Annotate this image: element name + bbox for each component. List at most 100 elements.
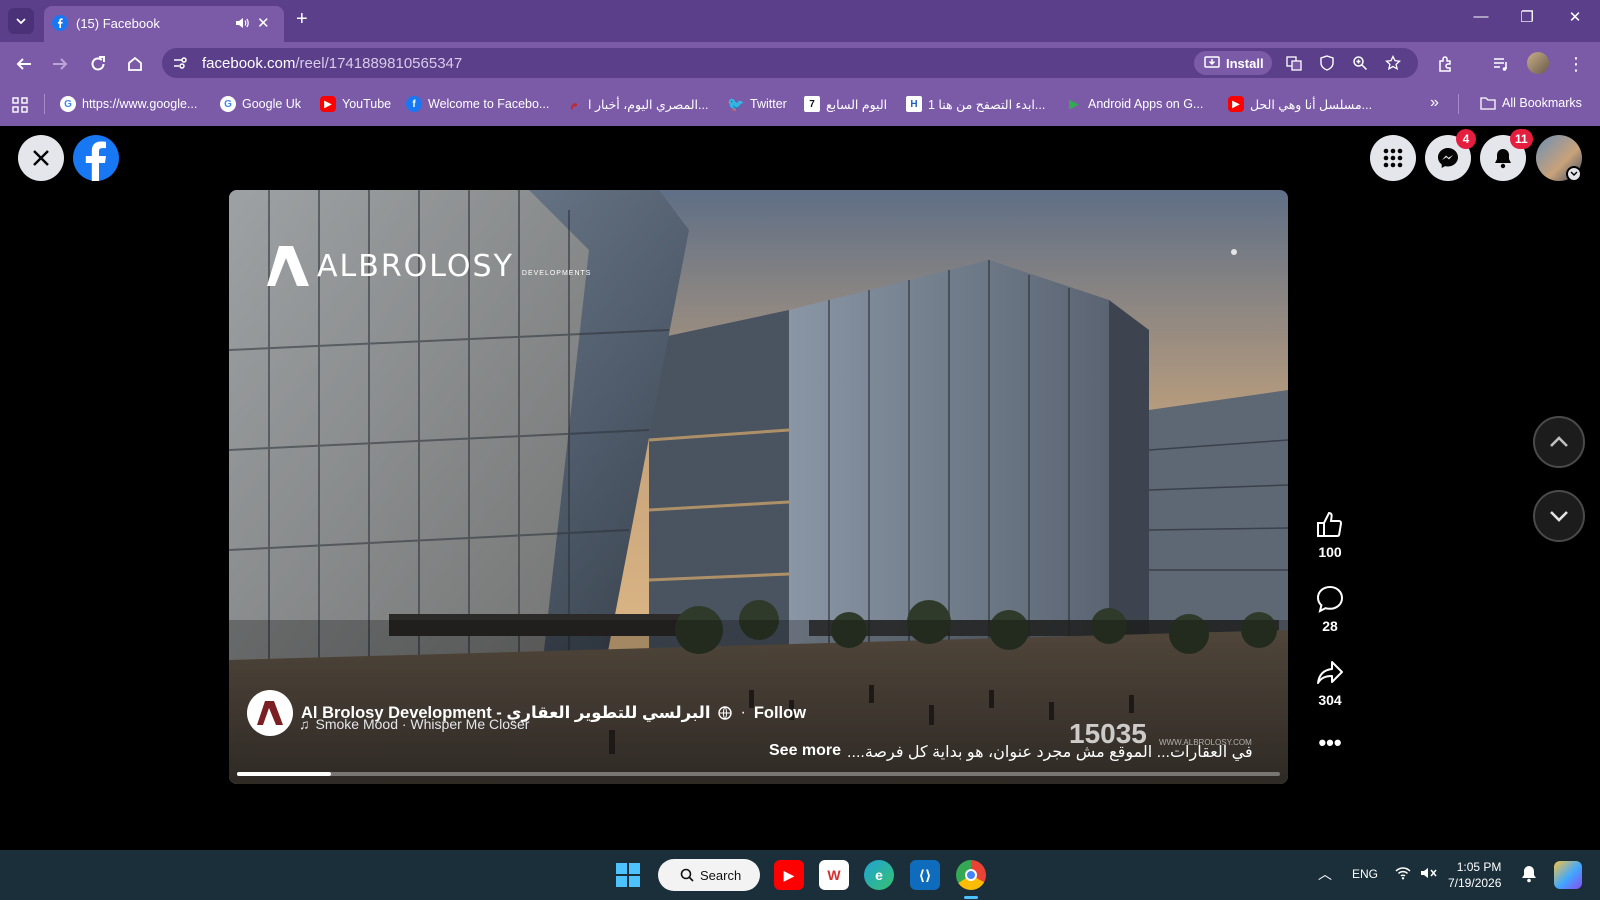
notification-bell-icon[interactable] <box>1521 865 1537 883</box>
date: 7/19/2026 <box>1448 876 1502 890</box>
install-icon <box>1204 56 1220 68</box>
divider <box>1458 94 1459 114</box>
like-count: 100 <box>1318 544 1342 560</box>
bookmark-twitter[interactable]: 🐦 Twitter <box>727 96 787 112</box>
thumbs-up-icon <box>1317 511 1342 537</box>
bookmark-youtube[interactable]: ▶ YouTube <box>320 96 391 112</box>
active-app-indicator <box>964 896 978 899</box>
new-tab-button[interactable]: + <box>296 9 308 29</box>
menu-kebab-icon[interactable]: ⋮ <box>1566 54 1586 74</box>
zoom-icon[interactable] <box>1352 55 1368 71</box>
bookmark-google-uk[interactable]: G Google Uk <box>220 96 301 112</box>
clock[interactable]: 1:05 PM 7/19/2026 <box>1448 859 1501 891</box>
tab-search-button[interactable] <box>8 8 34 34</box>
edge-icon[interactable]: e <box>864 860 894 890</box>
bookmark-label: اليوم السابع <box>826 97 888 112</box>
caption-text: في العقارات... الموقع مش مجرد عنوان، هو … <box>847 744 1253 761</box>
more-options-icon[interactable]: ••• <box>1312 732 1348 754</box>
wifi-icon[interactable] <box>1395 866 1411 880</box>
url-text[interactable]: facebook.com/reel/1741889810565347 <box>202 55 462 72</box>
address-bar[interactable]: facebook.com/reel/1741889810565347 Insta… <box>162 48 1418 78</box>
restore-button[interactable]: ❐ <box>1512 8 1542 26</box>
translate-icon[interactable] <box>1286 55 1302 71</box>
media-controls-icon[interactable] <box>1491 54 1511 74</box>
chrome-icon[interactable] <box>956 860 986 890</box>
previous-reel-button[interactable] <box>1533 416 1585 468</box>
follow-button[interactable]: Follow <box>754 704 806 723</box>
bookmark-star-icon[interactable] <box>1385 55 1401 71</box>
bookmark-label: https://www.google... <box>82 97 198 111</box>
bookmark-youm7[interactable]: 7 اليوم السابع <box>804 96 887 112</box>
page-avatar[interactable] <box>247 690 293 736</box>
share-button[interactable]: 304 <box>1312 658 1348 708</box>
divider <box>44 94 45 114</box>
chevron-up-icon[interactable]: ︿ <box>1318 864 1332 884</box>
bookmark-label: المصري اليوم، أخبار ا... <box>588 97 709 112</box>
reel-video[interactable]: ALBROLOSY DEVELOPMENTS 15035 WWW.ALBROLO… <box>229 190 1288 784</box>
bookmarks-bar: Ghttps://www.google... G Google Uk ▶ YouTu… <box>0 84 1600 126</box>
apps-grid-icon[interactable] <box>12 97 28 113</box>
forward-icon[interactable] <box>50 54 70 74</box>
extensions-icon[interactable] <box>1436 54 1456 74</box>
account-menu-chevron[interactable] <box>1566 166 1582 182</box>
bookmark-facebook[interactable]: f Welcome to Facebo... <box>406 96 549 112</box>
like-button[interactable]: 100 <box>1312 510 1348 560</box>
taskbar-search[interactable]: Search <box>658 859 760 891</box>
bookmark-almasry[interactable]: م المصري اليوم، أخبار ا... <box>566 96 708 112</box>
menu-button[interactable] <box>1370 135 1416 181</box>
site-settings-icon[interactable] <box>172 55 188 71</box>
chevron-down-icon <box>1570 171 1578 177</box>
bookmark-play-store[interactable]: ▶ Android Apps on G... <box>1066 96 1203 112</box>
tab-title: (15) Facebook <box>76 16 160 31</box>
url-domain: facebook.com <box>202 55 296 72</box>
chevron-down-icon <box>1550 511 1568 522</box>
share-count: 304 <box>1318 692 1342 708</box>
back-icon[interactable] <box>14 54 34 74</box>
speaker-muted-icon[interactable] <box>1420 866 1438 880</box>
chevron-up-icon <box>1550 436 1568 447</box>
close-viewer-button[interactable] <box>18 135 64 181</box>
windows-start-icon[interactable] <box>616 863 640 887</box>
install-label: Install <box>1226 55 1264 71</box>
install-app-button[interactable]: Install <box>1194 51 1272 75</box>
reload-icon[interactable] <box>88 54 108 74</box>
more-bookmarks-icon[interactable]: » <box>1430 94 1439 112</box>
facebook-logo[interactable] <box>73 135 119 181</box>
bookmark-label: Twitter <box>750 97 787 111</box>
search-icon <box>680 868 694 882</box>
audio-title: Smoke Mood · Whisper Me Closer <box>315 716 530 732</box>
youtube-app-icon[interactable]: ▶ <box>774 860 804 890</box>
comment-count: 28 <box>1322 618 1338 634</box>
close-tab-icon[interactable]: ✕ <box>257 14 270 32</box>
facebook-icon <box>52 15 68 31</box>
speaker-icon[interactable] <box>234 15 250 31</box>
audio-row[interactable]: ♫ Smoke Mood · Whisper Me Closer <box>299 716 529 732</box>
minimize-button[interactable]: — <box>1466 8 1496 25</box>
close-window-button[interactable]: ✕ <box>1560 8 1590 26</box>
tab-facebook[interactable]: (15) Facebook ✕ <box>44 6 284 42</box>
bookmark-label: ابدء التصفح من هنا 1... <box>928 97 1046 112</box>
progress-bar[interactable] <box>237 772 1280 776</box>
next-reel-button[interactable] <box>1533 490 1585 542</box>
facebook-icon <box>85 141 106 181</box>
widgets-icon[interactable] <box>1554 861 1582 889</box>
albrolosy-logo-icon <box>267 246 309 286</box>
all-bookmarks-button[interactable]: All Bookmarks <box>1480 96 1582 110</box>
wps-office-icon[interactable]: W <box>819 860 849 890</box>
folder-icon <box>1480 97 1496 110</box>
language-indicator[interactable]: ENG <box>1352 867 1378 881</box>
home-icon[interactable] <box>125 54 145 74</box>
profile-avatar[interactable] <box>1527 52 1549 74</box>
see-more-link[interactable]: See more <box>769 742 841 762</box>
shield-icon[interactable] <box>1319 55 1335 71</box>
comment-button[interactable]: 28 <box>1312 584 1348 634</box>
youtube-icon: ▶ <box>320 96 336 112</box>
bookmark-hq[interactable]: H ابدء التصفح من هنا 1... <box>906 96 1045 112</box>
brand-sub: DEVELOPMENTS <box>521 269 592 277</box>
globe-icon <box>718 706 733 720</box>
brand-text: ALBROLOSY <box>317 248 514 284</box>
messenger-icon <box>1438 148 1458 168</box>
bookmark-series[interactable]: ▶ مسلسل أنا وهي الحل... <box>1228 96 1372 112</box>
bookmark-google-search[interactable]: Ghttps://www.google... <box>60 96 197 112</box>
vscode-icon[interactable]: ⟨⟩ <box>910 860 940 890</box>
